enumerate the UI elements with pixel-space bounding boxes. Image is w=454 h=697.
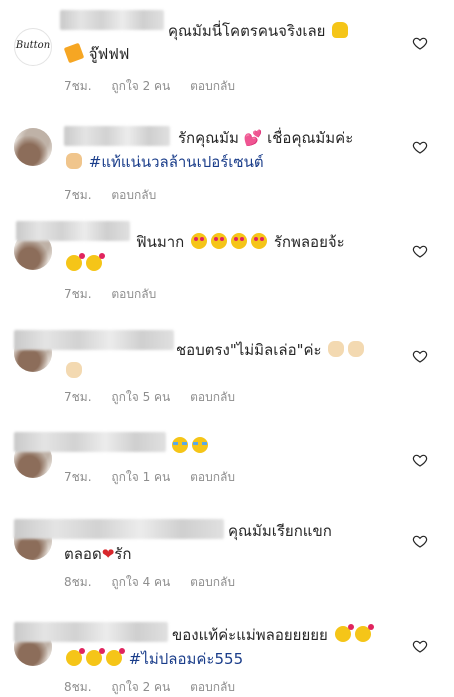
heart-eyes-icon (191, 233, 208, 249)
reply-button[interactable]: ตอบกลับ (190, 79, 235, 93)
likes-count[interactable]: ถูกใจ 1 คน (111, 470, 170, 484)
clapping-hands-icon (328, 341, 345, 357)
comment-meta: 7ชม. ถูกใจ 2 คน ตอบกลับ (64, 77, 251, 96)
heart-eyes-icon (211, 233, 228, 249)
reply-button[interactable]: ตอบกลับ (190, 390, 235, 404)
reply-button[interactable]: ตอบกลับ (190, 575, 235, 589)
likes-count[interactable]: ถูกใจ 4 คน (111, 575, 170, 589)
heart-eyes-icon (251, 233, 268, 249)
raising-hands-icon (332, 22, 349, 38)
hashtag-link[interactable]: #ไม่ปลอมค่ะ555 (129, 650, 243, 668)
comment-text: คุณมัมนี่โคตรคนจริงเลย (168, 20, 350, 42)
comment-meta: 7ชม. ตอบกลับ (64, 186, 172, 205)
comment-5: 7ชม. ถูกใจ 1 คน ตอบกลับ (0, 422, 454, 502)
username-blurred[interactable] (14, 519, 224, 539)
comment-text: คุณมัมเรียกแขก (228, 522, 332, 540)
comment-7: ของแท้ค่ะแม่พลอยยยยย #ไม่ปลอมค่ะ555 8ชม.… (0, 612, 454, 696)
tears-of-joy-icon (192, 437, 208, 453)
username-blurred[interactable] (14, 622, 168, 642)
heart-outline-icon[interactable] (412, 348, 428, 364)
comment-text-line2: ตลอด❤รัก (64, 545, 132, 563)
heart-outline-icon[interactable] (412, 533, 428, 549)
username-blurred[interactable] (14, 330, 174, 350)
comment-6: คุณมัมเรียกแขก ตลอด❤รัก 8ชม. ถูกใจ 4 คน … (0, 510, 454, 600)
comment-text-line2: #แท้แน่นวลล้านเปอร์เซนต์ (64, 151, 264, 173)
kiss-face-icon (86, 648, 105, 666)
pink-hearts-icon: 💕 (243, 129, 263, 147)
timestamp: 7ชม. (64, 390, 92, 404)
comment-4: ชอบตรง"ไม่มิลเล่อ"ค่ะ 7ชม. ถูกใจ 5 คน ตอ… (0, 318, 454, 410)
avatar[interactable]: Button (14, 28, 52, 66)
clapping-hands-icon (66, 362, 82, 378)
reply-button[interactable]: ตอบกลับ (111, 188, 156, 202)
red-heart-icon: ❤ (101, 545, 115, 563)
comment-3: ฟินมาก รักพลอยจ้ะ 7ชม. ตอบกลับ (0, 212, 454, 302)
avatar[interactable] (14, 128, 52, 166)
username-blurred[interactable] (64, 126, 170, 146)
comment-text: ชอบตรง"ไม่มิลเล่อ"ค่ะ (176, 339, 366, 361)
likes-count[interactable]: ถูกใจ 2 คน (111, 680, 170, 694)
timestamp: 7ชม. (64, 79, 92, 93)
comment-2: รักคุณมัม 💕 เชื่อคุณมัมค่ะ #แท้แน่นวลล้า… (0, 110, 454, 202)
comment-text (170, 435, 210, 457)
timestamp: 7ชม. (64, 188, 92, 202)
username-blurred[interactable] (16, 221, 130, 241)
comment-text-line2: #ไม่ปลอมค่ะ555 (64, 648, 243, 670)
heart-eyes-icon (231, 233, 248, 249)
hashtag-link[interactable]: #แท้แน่นวลล้านเปอร์เซนต์ (89, 153, 264, 171)
timestamp: 8ชม. (64, 680, 92, 694)
comment-meta: 7ชม. ถูกใจ 5 คน ตอบกลับ (64, 388, 251, 407)
reply-button[interactable]: ตอบกลับ (190, 470, 235, 484)
comment-text-line2 (64, 253, 105, 275)
rock-hand-icon (66, 153, 82, 169)
heart-outline-icon[interactable] (412, 139, 428, 155)
comment-text: ของแท้ค่ะแม่พลอยยยยย (172, 624, 374, 646)
heart-outline-icon[interactable] (412, 638, 428, 654)
timestamp: 7ชม. (64, 287, 92, 301)
username-blurred[interactable] (14, 432, 166, 452)
kiss-face-icon (354, 624, 374, 642)
comment-text-line2: จู๊ฟฟฟ (63, 42, 129, 65)
tears-of-joy-icon (172, 437, 188, 453)
avatar-logo-text: Button (15, 40, 51, 51)
kiss-face-icon (86, 253, 105, 271)
kiss-face-icon (106, 648, 125, 666)
kiss-face-icon (334, 624, 354, 642)
comment-meta: 8ชม. ถูกใจ 2 คน ตอบกลับ (64, 678, 251, 697)
reply-button[interactable]: ตอบกลับ (111, 287, 156, 301)
reply-button[interactable]: ตอบกลับ (190, 680, 235, 694)
clapping-hands-icon (348, 341, 365, 357)
likes-count[interactable]: ถูกใจ 2 คน (111, 79, 170, 93)
heart-outline-icon[interactable] (412, 452, 428, 468)
kiss-face-icon (66, 648, 85, 666)
party-popper-icon (63, 42, 85, 64)
kiss-face-icon (66, 253, 85, 271)
likes-count[interactable]: ถูกใจ 5 คน (111, 390, 170, 404)
comment-text: ฟินมาก รักพลอยจ้ะ (136, 233, 345, 251)
heart-outline-icon[interactable] (412, 243, 428, 259)
comment-meta: 7ชม. ถูกใจ 1 คน ตอบกลับ (64, 468, 251, 487)
comment-text-line2 (64, 360, 84, 382)
timestamp: 8ชม. (64, 575, 92, 589)
comment-meta: 8ชม. ถูกใจ 4 คน ตอบกลับ (64, 573, 251, 592)
timestamp: 7ชม. (64, 470, 92, 484)
comment-1: Button คุณมัมนี่โคตรคนจริงเลย จู๊ฟฟฟ 7ชม… (0, 0, 454, 100)
comment-text: รักคุณมัม 💕 เชื่อคุณมัมค่ะ (178, 129, 354, 147)
username-blurred[interactable] (60, 10, 164, 30)
comment-meta: 7ชม. ตอบกลับ (64, 285, 172, 304)
heart-outline-icon[interactable] (412, 35, 428, 51)
